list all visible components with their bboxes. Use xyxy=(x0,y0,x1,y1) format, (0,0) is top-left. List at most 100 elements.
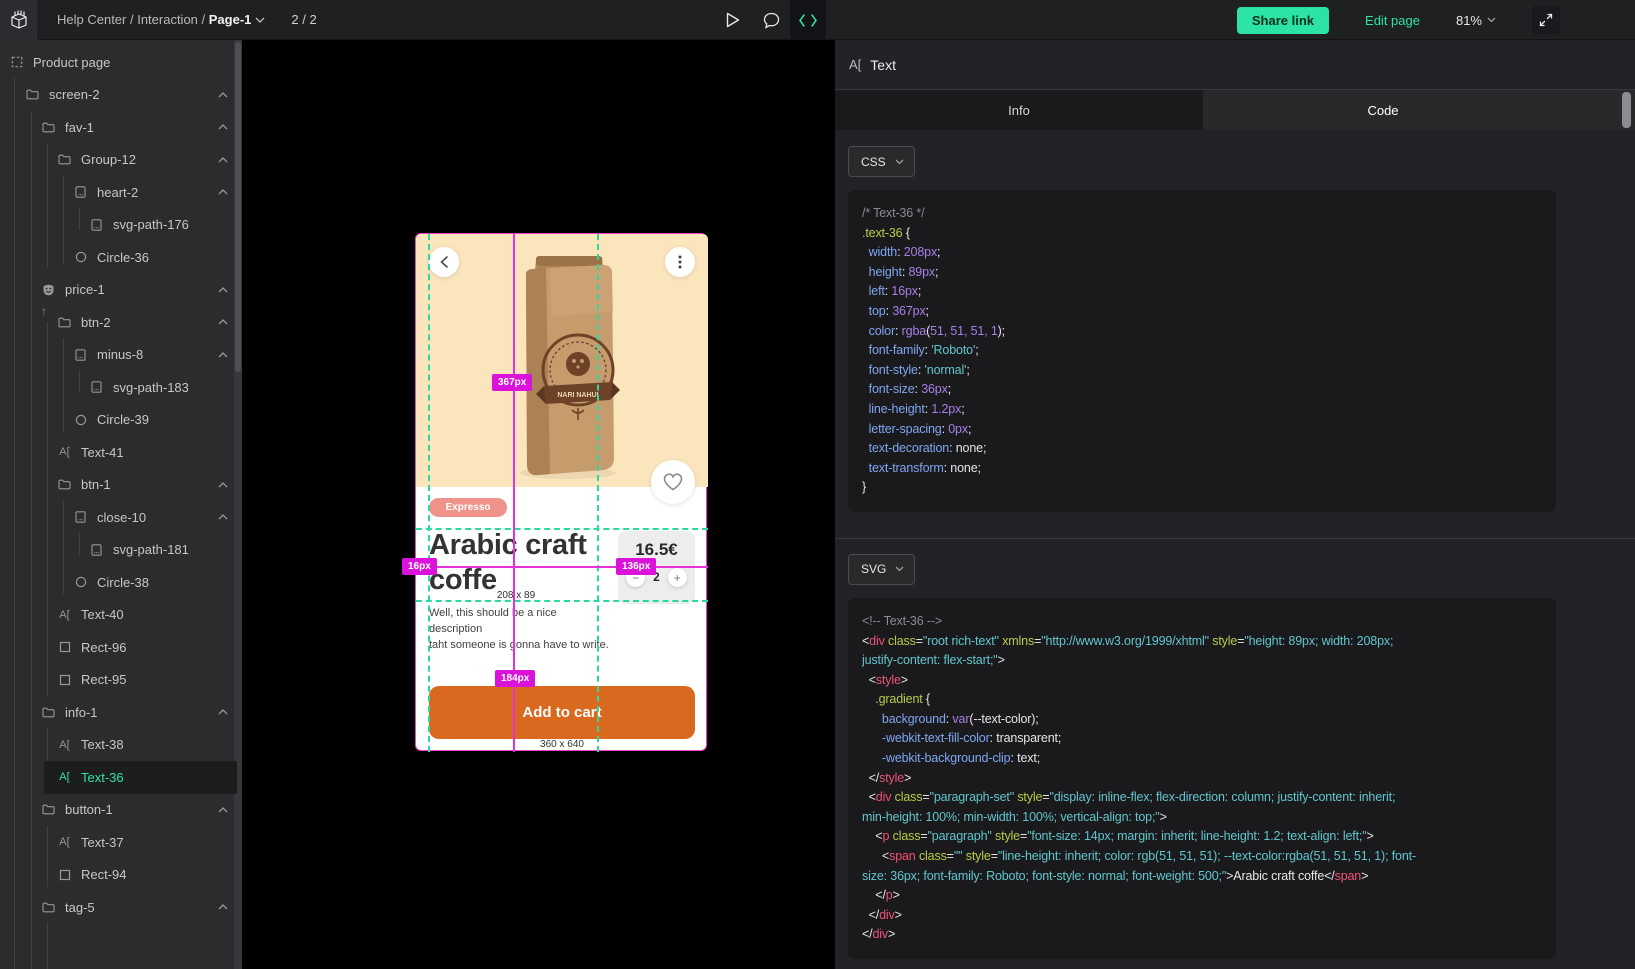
canvas[interactable]: NARI NAHUI Expresso Arabic craft coffe 2… xyxy=(242,40,835,969)
layer-row-info-1[interactable]: info-1 xyxy=(0,696,242,729)
chevron-left-icon xyxy=(440,256,448,268)
folder-layer-icon xyxy=(42,803,55,816)
chevron-up-icon[interactable] xyxy=(218,189,228,195)
chevron-up-icon[interactable] xyxy=(218,287,228,293)
code-view-button[interactable] xyxy=(790,0,826,40)
layer-row-close-10[interactable]: close-10 xyxy=(0,501,242,534)
layer-label: Product page xyxy=(33,55,110,70)
chevron-up-icon[interactable] xyxy=(218,157,228,163)
svg-code-block[interactable]: <!-- Text-36 --><div class="root rich-te… xyxy=(848,598,1556,959)
layer-row-text-36[interactable]: A[ Text-36 xyxy=(0,761,242,794)
layer-row-circle-36[interactable]: Circle-36 xyxy=(0,241,242,274)
code-line: </div> xyxy=(862,906,1542,926)
layer-row-text-37[interactable]: A[Text-37 xyxy=(0,826,242,859)
layer-label: heart-2 xyxy=(97,185,138,200)
layer-row-svg-path-181[interactable]: svg-path-181 xyxy=(0,534,242,567)
layer-label: Text-38 xyxy=(81,737,124,752)
tab-code[interactable]: Code xyxy=(1203,90,1635,130)
code-line: -webkit-background-clip: text; xyxy=(862,749,1542,769)
guide-dashed-vertical-right xyxy=(597,234,599,752)
chevron-up-icon[interactable] xyxy=(218,352,228,358)
layer-row-text-38[interactable]: A[ Text-38 xyxy=(0,729,242,762)
chevron-up-icon[interactable] xyxy=(218,92,228,98)
favorite-button[interactable] xyxy=(651,460,695,504)
back-button[interactable] xyxy=(429,247,459,277)
panel-scrollbar-thumb[interactable] xyxy=(1622,92,1631,128)
layer-row-group-12[interactable]: Group-12 xyxy=(0,144,242,177)
tab-info[interactable]: Info xyxy=(835,90,1203,130)
chevron-up-icon[interactable] xyxy=(218,482,228,488)
text-layer-icon: A[ xyxy=(58,771,71,784)
layer-label: Text-36 xyxy=(81,770,124,785)
code-line: <!-- Text-36 --> xyxy=(862,612,1542,632)
inspector-tabs: Info Code xyxy=(835,90,1635,130)
layer-row-btn-2[interactable]: btn-2 xyxy=(0,306,242,339)
layer-row-rect-96[interactable]: Rect-96 xyxy=(0,631,242,664)
chevron-up-icon[interactable] xyxy=(218,319,228,325)
add-to-cart-button[interactable]: Add to cart xyxy=(429,686,695,739)
heart-icon xyxy=(663,473,683,491)
app-logo[interactable] xyxy=(0,0,37,40)
layer-row-rect-95[interactable]: Rect-95 xyxy=(0,664,242,697)
layer-label: Text-37 xyxy=(81,835,124,850)
svg-language-select[interactable]: SVG xyxy=(848,554,915,585)
rect-layer-icon xyxy=(58,673,71,686)
layer-label: close-10 xyxy=(97,510,146,525)
layer-row-screen-2[interactable]: screen-2 xyxy=(0,79,242,112)
css-language-select[interactable]: CSS xyxy=(848,146,915,177)
code-line: -webkit-text-fill-color: transparent; xyxy=(862,729,1542,749)
menu-button[interactable] xyxy=(665,247,695,277)
layer-row-price-1[interactable]: price-1 xyxy=(0,274,242,307)
layer-row-btn-1[interactable]: btn-1 xyxy=(0,469,242,502)
chevron-up-icon[interactable] xyxy=(218,904,228,910)
layer-row-circle-39[interactable]: Circle-39 xyxy=(0,404,242,437)
scroll-up-arrow-icon: ↑ xyxy=(41,304,47,318)
layer-row-text-40[interactable]: A[Text-40 xyxy=(0,599,242,632)
plus-button[interactable]: + xyxy=(668,568,687,587)
svgfile-layer-icon xyxy=(74,511,87,524)
product-tag[interactable]: Expresso xyxy=(429,498,507,517)
layer-row-heart-2[interactable]: heart-2 xyxy=(0,176,242,209)
code-line: .text-36 { xyxy=(862,224,1542,244)
layer-row-rect-94[interactable]: Rect-94 xyxy=(0,859,242,892)
chevron-up-icon[interactable] xyxy=(218,709,228,715)
breadcrumb[interactable]: Help Center / Interaction / Page-1 xyxy=(57,12,265,27)
layer-row-button-1[interactable]: button-1 xyxy=(0,794,242,827)
chevron-down-icon xyxy=(1487,17,1496,23)
css-code-block[interactable]: /* Text-36 */.text-36 { width: 208px; he… xyxy=(848,190,1556,512)
layer-row-fav-1[interactable]: fav-1 xyxy=(0,111,242,144)
edit-page-link[interactable]: Edit page xyxy=(1365,13,1420,28)
layer-row-circle-38[interactable]: Circle-38 xyxy=(0,566,242,599)
logo-icon xyxy=(9,9,29,31)
chevron-up-icon[interactable] xyxy=(218,514,228,520)
zoom-control[interactable]: 81% xyxy=(1456,13,1496,28)
layer-row-minus-8[interactable]: minus-8 xyxy=(0,339,242,372)
chevron-up-icon[interactable] xyxy=(218,124,228,130)
layer-row-svg-path-183[interactable]: svg-path-183 xyxy=(0,371,242,404)
svgfile-layer-icon xyxy=(90,381,103,394)
product-image-section[interactable]: NARI NAHUI xyxy=(416,234,708,487)
layer-label: info-1 xyxy=(65,705,98,720)
code-icon xyxy=(799,14,817,27)
product-title[interactable]: Arabic craft coffe xyxy=(429,528,607,598)
measurement-label-left: 16px xyxy=(402,558,437,575)
layer-row-tag-5[interactable]: tag-5 xyxy=(0,891,242,924)
code-line: font-style: 'normal'; xyxy=(862,361,1542,381)
comments-button[interactable] xyxy=(752,0,790,40)
text-layer-icon: A[ xyxy=(849,57,861,72)
play-button[interactable] xyxy=(714,0,752,40)
fullscreen-button[interactable] xyxy=(1532,6,1560,34)
folder-layer-icon xyxy=(42,121,55,134)
text-layer-icon: A[ xyxy=(58,738,71,751)
code-line: <p class="paragraph" style="font-size: 1… xyxy=(862,827,1542,847)
screen-frame[interactable]: NARI NAHUI Expresso Arabic craft coffe 2… xyxy=(415,233,707,751)
layer-row-svg-path-176[interactable]: svg-path-176 xyxy=(0,209,242,242)
layer-row-text-41[interactable]: A[Text-41 xyxy=(0,436,242,469)
share-link-button[interactable]: Share link xyxy=(1237,7,1329,34)
product-image[interactable]: NARI NAHUI xyxy=(506,252,628,485)
top-bar: Help Center / Interaction / Page-1 2 / 2… xyxy=(0,0,1635,40)
code-line: color: rgba(51, 51, 51, 1); xyxy=(862,322,1542,342)
chevron-up-icon[interactable] xyxy=(218,807,228,813)
product-description[interactable]: Well, this should be a nice descriptiont… xyxy=(429,605,609,653)
layer-row-product page[interactable]: Product page xyxy=(0,46,242,79)
